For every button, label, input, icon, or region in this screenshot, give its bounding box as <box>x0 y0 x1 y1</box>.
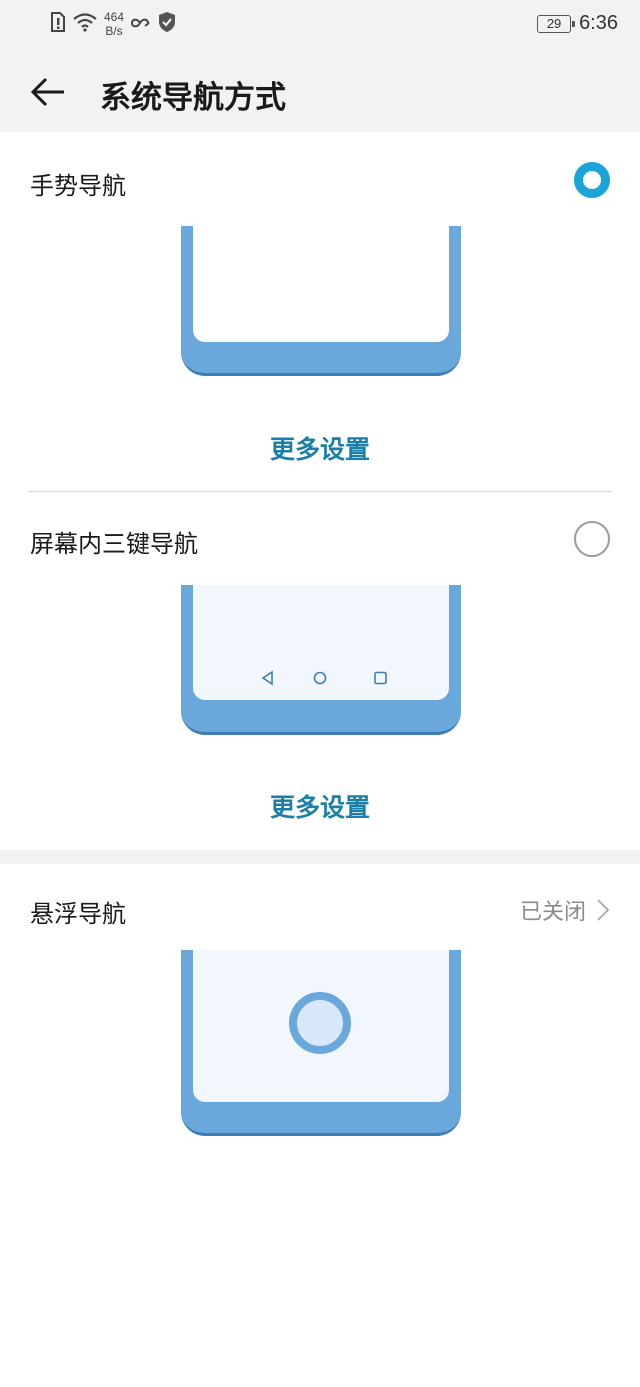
status-right: 29 6:36 <box>537 12 618 35</box>
floating-dock-icon <box>289 992 351 1054</box>
nav-recents-icon <box>374 671 387 685</box>
back-arrow-icon <box>30 77 64 107</box>
option-three-key[interactable]: 屏幕内三键导航 更多设置 <box>0 492 640 850</box>
status-bar: 464 B/s 29 6:36 <box>0 0 640 50</box>
gesture-radio[interactable] <box>574 162 610 198</box>
status-left: 464 B/s <box>50 10 176 38</box>
three-key-nav-bar <box>193 668 449 688</box>
option-floating[interactable]: 悬浮导航 已关闭 <box>0 864 640 1387</box>
nav-back-icon <box>261 670 273 686</box>
floating-status[interactable]: 已关闭 <box>520 894 610 926</box>
section-separator <box>0 850 640 864</box>
net-speed: 464 B/s <box>104 10 124 38</box>
chevron-right-icon <box>597 899 610 921</box>
gesture-preview-screen <box>193 226 449 342</box>
clock: 6:36 <box>579 12 618 34</box>
nav-home-icon <box>313 671 327 685</box>
back-button[interactable] <box>26 70 70 114</box>
floating-status-text: 已关闭 <box>519 900 586 925</box>
option-gesture-label: 手势导航 <box>30 172 126 200</box>
floating-preview <box>181 950 461 1136</box>
gesture-preview <box>181 226 461 376</box>
floating-preview-screen <box>193 950 449 1102</box>
option-floating-label: 悬浮导航 <box>30 900 126 928</box>
three-key-more-settings-link[interactable]: 更多设置 <box>0 788 640 824</box>
gesture-more-settings-link[interactable]: 更多设置 <box>0 430 640 466</box>
three-key-preview-screen <box>193 585 449 700</box>
three-key-radio[interactable] <box>574 521 610 557</box>
three-key-preview <box>181 585 461 735</box>
sim-alert-icon <box>50 11 66 37</box>
battery-icon: 29 <box>537 14 576 33</box>
page-title: 系统导航方式 <box>100 80 286 116</box>
link-icon <box>130 15 152 34</box>
net-speed-value: 464 <box>104 10 125 24</box>
wifi-icon <box>72 12 98 36</box>
option-gesture[interactable]: 手势导航 更多设置 <box>0 132 640 492</box>
net-speed-unit: B/s <box>105 24 123 38</box>
option-three-key-label: 屏幕内三键导航 <box>30 530 198 558</box>
app-header: 系统导航方式 <box>0 50 640 132</box>
shield-icon <box>158 11 176 37</box>
